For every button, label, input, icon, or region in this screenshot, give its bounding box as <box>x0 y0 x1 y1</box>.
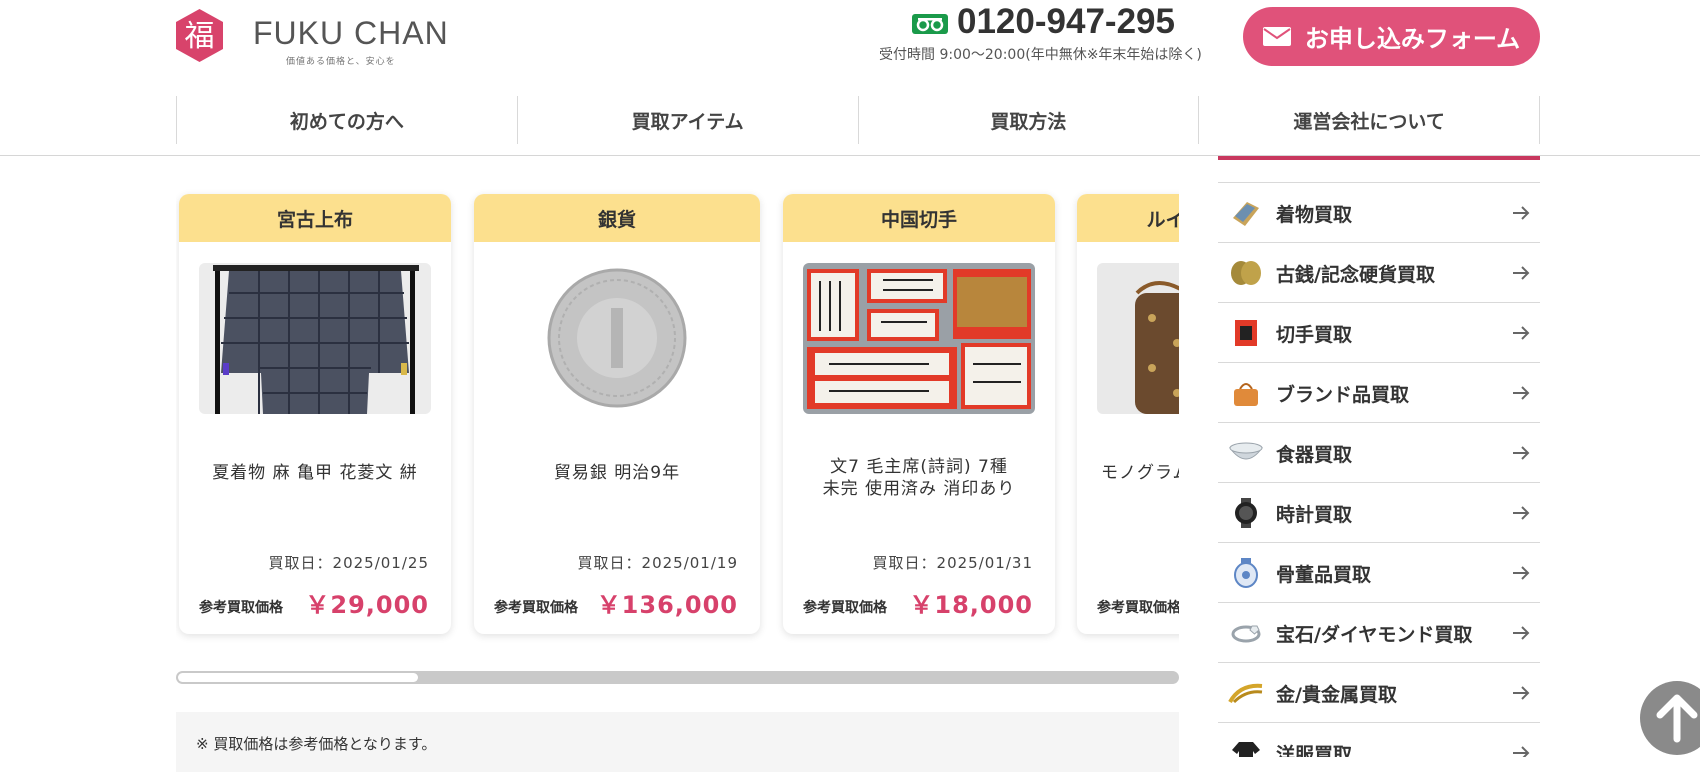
carousel-scrollbar-thumb[interactable] <box>178 673 418 682</box>
nav-first-time[interactable]: 初めての方へ <box>176 96 517 144</box>
arrow-right-icon <box>1513 446 1530 460</box>
card-price: ￥136,000 <box>596 591 738 619</box>
stamps-image <box>803 263 1035 414</box>
sidebar-item-clothing[interactable]: 洋服買取 <box>1218 722 1540 757</box>
sidebar-item-antiques[interactable]: 骨董品買取 <box>1218 542 1540 603</box>
handbag-icon <box>1228 375 1264 411</box>
sidebar-item-brand[interactable]: ブランド品買取 <box>1218 362 1540 423</box>
nav-purchase-items[interactable]: 買取アイテム <box>516 96 858 144</box>
watch-icon <box>1228 495 1264 531</box>
card-category: ルイ・ヴィトン <box>1077 194 1179 242</box>
arrow-up-icon <box>1656 694 1698 743</box>
gold-chain-icon <box>1228 675 1264 711</box>
price-note-box: ※ 買取価格は参考価格となります。 <box>176 712 1179 772</box>
purchase-card[interactable]: ルイ・ヴィトン モノグラム 参考買取価格 <box>1077 194 1179 634</box>
sidebar-item-label: 古銭/記念硬貨買取 <box>1276 263 1435 286</box>
brand-name[interactable]: FUKU CHAN <box>253 15 449 52</box>
card-category: 中国切手 <box>783 194 1055 242</box>
nav-company[interactable]: 運営会社について <box>1198 96 1540 144</box>
price-note: ※ 買取価格は参考価格となります。 <box>196 735 437 753</box>
sidebar-item-label: 食器買取 <box>1276 443 1353 466</box>
purchase-card[interactable]: 中国切手 文7 毛主席(詩詞) 7種 未完 使用済み 消印あり 買取日：2025… <box>783 194 1055 634</box>
mail-icon <box>1262 27 1291 46</box>
card-price-label: 参考買取価格 <box>494 600 578 616</box>
arrow-right-icon <box>1513 326 1530 340</box>
sidebar-item-label: 骨董品買取 <box>1276 563 1372 586</box>
purchase-card[interactable]: 銀貨 貿易銀 明治9年 買取日：2025/01/19 参考買取価格 ￥136,0… <box>474 194 760 634</box>
freedial-icon <box>912 14 948 34</box>
sidebar-item-label: 時計買取 <box>1276 503 1353 526</box>
main-nav: 初めての方へ 買取アイテム 買取方法 運営会社について <box>176 96 1540 144</box>
card-purchase-date: 買取日：2025/01/19 <box>577 554 738 572</box>
card-price-label: 参考買取価格 <box>1097 600 1179 616</box>
sidebar-item-watches[interactable]: 時計買取 <box>1218 482 1540 543</box>
sidebar-item-label: 金/貴金属買取 <box>1276 683 1397 706</box>
arrow-right-icon <box>1513 686 1530 700</box>
card-item-name: 夏着物 麻 亀甲 花菱文 絣 <box>212 463 418 483</box>
brand-tagline: 価値ある価格と、安心を <box>286 57 396 67</box>
form-button-label: お申し込みフォーム <box>1304 25 1521 53</box>
arrow-right-icon <box>1513 206 1530 220</box>
application-form-button[interactable]: お申し込みフォーム <box>1243 7 1540 66</box>
sidebar-item-label: 洋服買取 <box>1276 743 1353 758</box>
card-purchase-date: 買取日：2025/01/31 <box>872 554 1033 572</box>
card-item-name: モノグラム <box>1101 463 1179 483</box>
nav-purchase-methods[interactable]: 買取方法 <box>857 96 1199 144</box>
clothing-icon <box>1228 735 1264 757</box>
purchase-card[interactable]: 宮古上布 夏着物 麻 亀甲 花菱文 絣 買取日：2025/01/25 参考買取価… <box>179 194 451 634</box>
card-price-label: 参考買取価格 <box>803 600 887 616</box>
purchase-results-carousel[interactable]: 宮古上布 夏着物 麻 亀甲 花菱文 絣 買取日：2025/01/25 参考買取価… <box>176 183 1179 643</box>
arrow-right-icon <box>1513 746 1530 757</box>
sidebar-item-label: 切手買取 <box>1276 323 1353 346</box>
carousel-scrollbar[interactable] <box>176 671 1179 684</box>
kimono-image <box>199 263 431 414</box>
sidebar-item-label: 宝石/ダイヤモンド買取 <box>1276 623 1473 646</box>
arrow-right-icon <box>1513 266 1530 280</box>
site-header: 福 FUKU CHAN 価値ある価格と、安心を 0120-947-295 受付時… <box>0 0 1700 156</box>
sidebar-item-tableware[interactable]: 食器買取 <box>1218 422 1540 483</box>
ring-icon <box>1228 615 1264 651</box>
sidebar-item-label: 着物買取 <box>1276 203 1353 226</box>
sidebar-item-coins[interactable]: 古銭/記念硬貨買取 <box>1218 242 1540 303</box>
sidebar-item-stamps[interactable]: 切手買取 <box>1218 302 1540 363</box>
card-purchase-date: 買取日：2025/01/25 <box>268 554 429 572</box>
sidebar-item-jewelry[interactable]: 宝石/ダイヤモンド買取 <box>1218 602 1540 663</box>
sidebar-item-kimono[interactable]: 着物買取 <box>1218 182 1540 243</box>
svg-text:福: 福 <box>185 19 215 54</box>
kimono-icon <box>1228 195 1264 231</box>
card-price: ￥29,000 <box>305 591 429 619</box>
card-category: 銀貨 <box>474 194 760 242</box>
phone-number[interactable]: 0120-947-295 <box>957 2 1175 42</box>
sidebar-item-gold[interactable]: 金/貴金属買取 <box>1218 662 1540 723</box>
bag-image <box>1097 263 1179 414</box>
coin-icon <box>1228 255 1264 291</box>
vase-icon <box>1228 555 1264 591</box>
business-hours: 受付時間 9:00〜20:00(年中無休※年末年始は除く) <box>879 47 1202 63</box>
arrow-right-icon <box>1513 386 1530 400</box>
tableware-icon <box>1228 435 1264 471</box>
category-sidebar: 着物買取 古銭/記念硬貨買取 切手買取 ブランド品買取 食器買取 時計買取 骨董… <box>1218 155 1540 757</box>
silver-coin-image <box>501 263 733 414</box>
card-item-name: 貿易銀 明治9年 <box>553 463 681 483</box>
sidebar-item-label: ブランド品買取 <box>1276 383 1410 406</box>
fuku-logo-icon[interactable]: 福 <box>174 8 225 63</box>
card-category: 宮古上布 <box>179 194 451 242</box>
arrow-right-icon <box>1513 626 1530 640</box>
stamp-icon <box>1228 315 1264 351</box>
arrow-right-icon <box>1513 566 1530 580</box>
card-item-name: 文7 毛主席(詩詞) 7種 未完 使用済み 消印あり <box>822 457 1016 499</box>
card-price: ￥18,000 <box>909 591 1033 619</box>
card-price-label: 参考買取価格 <box>199 600 283 616</box>
arrow-right-icon <box>1513 506 1530 520</box>
back-to-top-button[interactable] <box>1640 681 1700 755</box>
